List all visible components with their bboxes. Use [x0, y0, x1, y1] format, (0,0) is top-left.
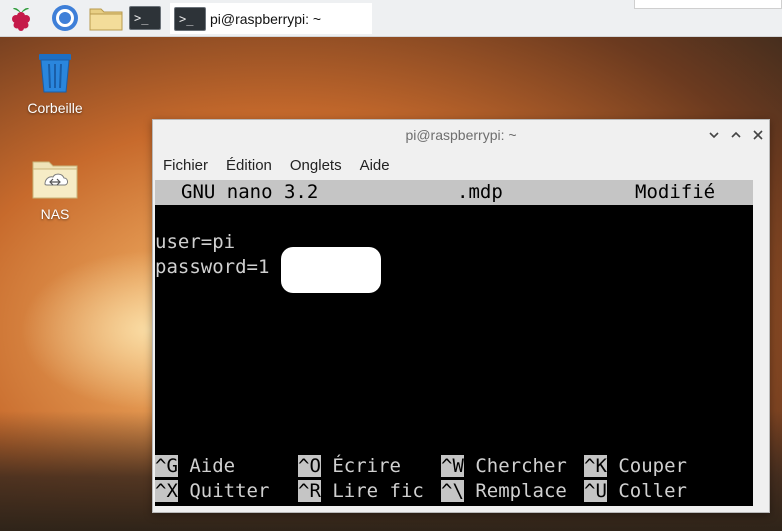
shortcut-cut: ^K Couper	[584, 454, 687, 479]
terminal-area[interactable]: GNU nano 3.2 .mdp Modifié user=pi passwo…	[155, 180, 753, 506]
window-title: pi@raspberrypi: ~	[405, 127, 517, 143]
shortcut-label: Aide	[189, 455, 236, 477]
chevron-up-icon	[731, 131, 741, 138]
trash-icon	[39, 54, 71, 93]
terminal-scrollbar[interactable]	[755, 180, 767, 506]
taskbar-terminal-task[interactable]: >_ pi@raspberrypi: ~	[170, 3, 372, 34]
close-button[interactable]	[749, 126, 767, 144]
terminal-icon: >_	[129, 6, 161, 30]
terminal-icon: >_	[174, 6, 206, 31]
desktop-icon-nas[interactable]: NAS	[10, 158, 100, 222]
nano-version: GNU nano 3.2	[181, 181, 319, 203]
shortcut-write: ^O Écrire	[298, 454, 401, 479]
menu-edition[interactable]: Édition	[226, 157, 272, 174]
nas-folder-icon	[32, 161, 78, 199]
minimize-button[interactable]	[705, 126, 723, 144]
nano-status: Modifié	[635, 181, 716, 203]
shortcut-key: ^U	[584, 480, 607, 502]
shortcut-label: Lire fic	[332, 480, 424, 502]
browser-icon	[52, 5, 78, 31]
maximize-button[interactable]	[727, 126, 745, 144]
chevron-down-icon	[709, 132, 719, 139]
redaction-box	[281, 247, 381, 293]
file-manager-button[interactable]	[88, 4, 124, 32]
panel-tray	[634, 0, 782, 9]
menu-onglets[interactable]: Onglets	[290, 157, 342, 174]
desktop-icon-label: Corbeille	[27, 100, 83, 116]
shortcut-paste: ^U Coller	[584, 479, 687, 504]
shortcut-key: ^R	[298, 480, 321, 502]
menu-fichier[interactable]: Fichier	[163, 157, 208, 174]
raspberry-pi-icon	[12, 8, 30, 31]
desktop-icon-trash[interactable]: Corbeille	[10, 50, 100, 116]
shortcut-label: Couper	[618, 455, 687, 477]
shortcut-key: ^G	[155, 455, 178, 477]
shortcut-label: Chercher	[475, 455, 567, 477]
raspberry-pi-menu-button[interactable]	[4, 4, 38, 32]
shortcut-key: ^X	[155, 480, 178, 502]
terminal-window: pi@raspberrypi: ~ Fichier Édition Onglet…	[152, 119, 770, 513]
taskbar: >_ >_ pi@raspberrypi: ~	[0, 0, 782, 37]
shortcut-key: ^K	[584, 455, 607, 477]
menu-aide[interactable]: Aide	[360, 157, 390, 174]
shortcut-search: ^W Chercher	[441, 454, 567, 479]
shortcut-label: Remplace	[475, 480, 567, 502]
terminal-launcher-button[interactable]: >_	[128, 4, 162, 32]
folder-icon	[89, 8, 123, 31]
nano-filename: .mdp	[457, 181, 503, 203]
shortcut-exit: ^X Quitter	[155, 479, 269, 504]
desktop-icon-label: NAS	[40, 206, 70, 222]
shortcut-key: ^W	[441, 455, 464, 477]
editor-line: password=1	[155, 256, 270, 278]
window-titlebar[interactable]: pi@raspberrypi: ~	[153, 120, 769, 150]
browser-button[interactable]	[48, 4, 82, 32]
nano-header-bar: GNU nano 3.2 .mdp Modifié	[155, 180, 753, 205]
shortcut-read-file: ^R Lire fic	[298, 479, 424, 504]
shortcut-label: Coller	[618, 480, 687, 502]
close-icon	[753, 130, 763, 140]
task-label: pi@raspberrypi: ~	[210, 10, 322, 27]
shortcut-key: ^O	[298, 455, 321, 477]
shortcut-key: ^\	[441, 480, 464, 502]
shortcut-label: Écrire	[332, 455, 401, 477]
editor-line: user=pi	[155, 231, 236, 253]
shortcut-help: ^G Aide	[155, 454, 235, 479]
shortcut-replace: ^\ Remplace	[441, 479, 567, 504]
menubar: Fichier Édition Onglets Aide	[153, 150, 769, 180]
shortcut-label: Quitter	[189, 480, 270, 502]
